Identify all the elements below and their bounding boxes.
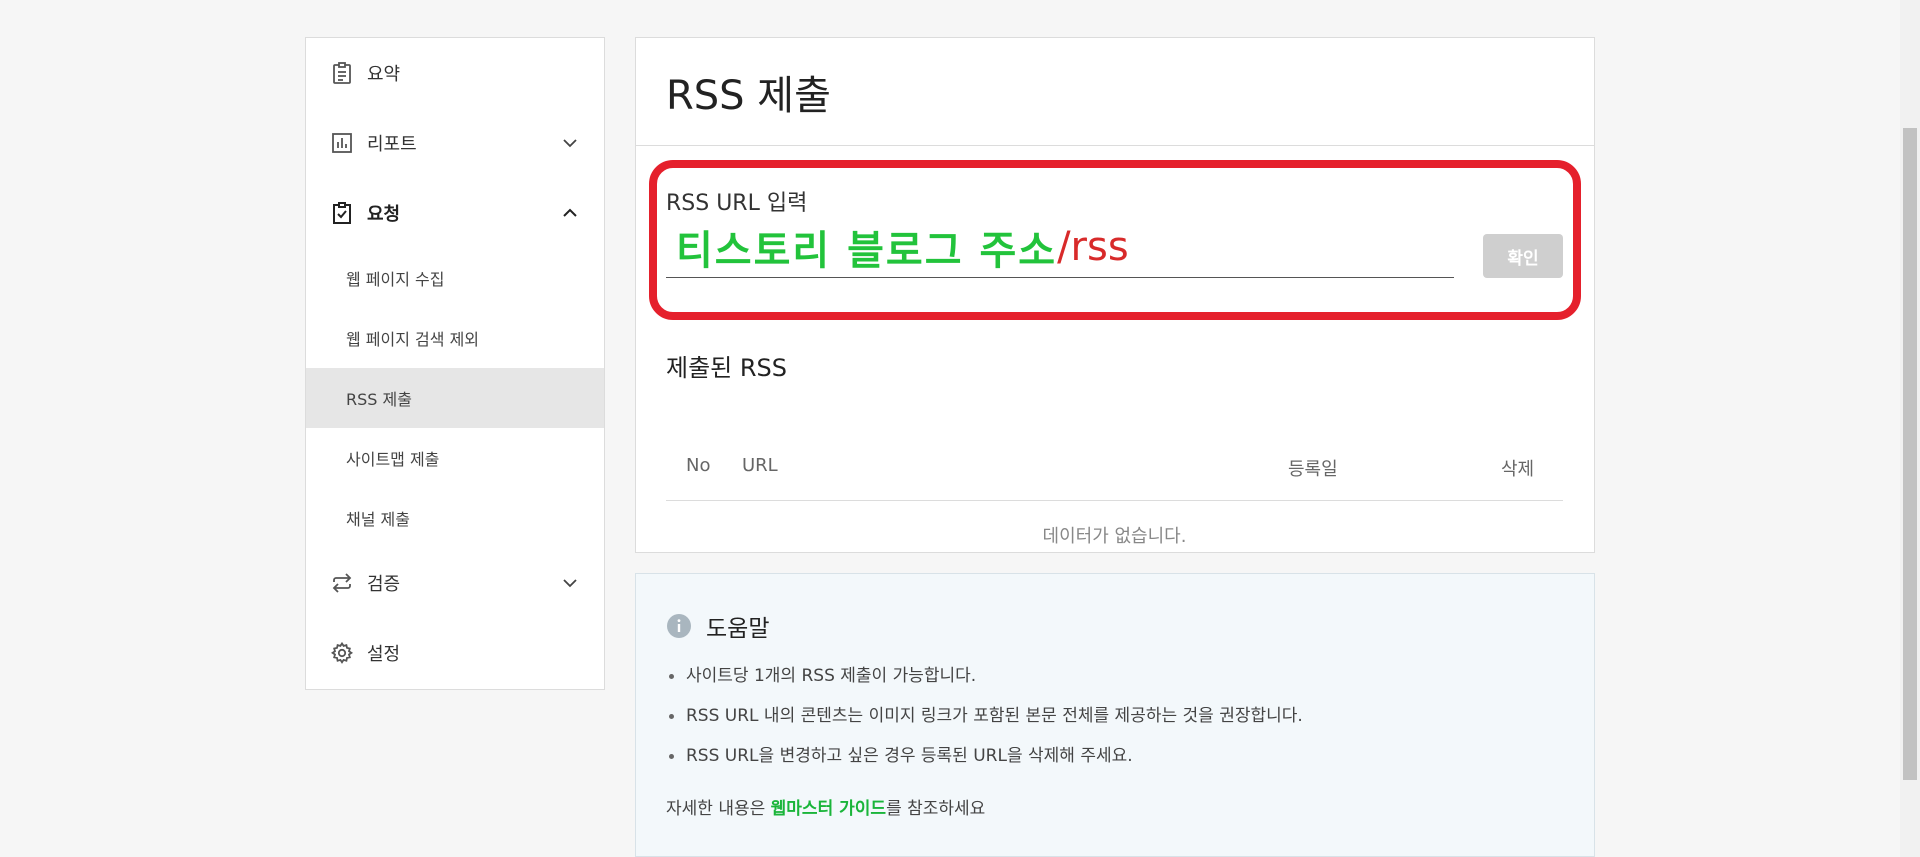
bar-chart-icon [329,130,355,156]
help-footer: 자세한 내용은 웹마스터 가이드를 참조하세요 [666,794,985,819]
column-url: URL [742,455,778,476]
list-item: RSS URL을 변경하고 싶은 경우 등록된 URL을 삭제해 주세요. [666,744,1303,784]
sidebar-item-label: 설정 [367,644,401,665]
list-item: 사이트당 1개의 RSS 제출이 가능합니다. [666,664,1303,704]
input-value-rss-suffix: /rss [1057,223,1129,270]
input-value-blog-address: 티스토리 블로그 주소 [676,227,1058,274]
sidebar-item-report[interactable]: 리포트 [306,108,604,178]
chevron-down-icon[interactable] [562,135,578,151]
table-empty-message: 데이터가 없습니다. [1042,526,1187,547]
help-card: 도움말 사이트당 1개의 RSS 제출이 가능합니다. RSS URL 내의 콘… [635,573,1595,857]
page-title: RSS 제출 [636,38,1594,146]
sidebar-item-verify[interactable]: 검증 [306,548,604,618]
clipboard-icon [329,60,355,86]
sidebar-item-label: 요청 [367,204,401,225]
rss-url-input[interactable]: 티스토리 블로그 주소/rss [666,216,1454,278]
gear-icon [329,640,355,666]
sidebar-item-request[interactable]: 요청 [306,178,604,248]
submitted-rss-title: 제출된 RSS [666,354,788,382]
scrollbar-thumb[interactable] [1903,128,1917,780]
column-delete: 삭제 [1501,459,1535,480]
sidebar-subitem-channel-submit[interactable]: 채널 제출 [306,488,604,548]
chevron-up-icon[interactable] [562,205,578,221]
rss-url-label: RSS URL 입력 [666,191,808,216]
sidebar-subitem-rss-submit[interactable]: RSS 제출 [306,368,604,428]
table-header: No URL 등록일 삭제 [666,431,1563,501]
confirm-button[interactable]: 확인 [1483,234,1563,278]
swap-arrows-icon [329,570,355,596]
help-footer-prefix: 자세한 내용은 [666,799,771,819]
help-list: 사이트당 1개의 RSS 제출이 가능합니다. RSS URL 내의 콘텐츠는 … [666,664,1303,784]
help-title: 도움말 [706,616,770,642]
checklist-icon [329,200,355,226]
sidebar-item-settings[interactable]: 설정 [306,618,604,688]
sidebar-item-label: 요약 [367,64,401,85]
column-registered-date: 등록일 [1288,459,1338,480]
sidebar-subitem-web-collect[interactable]: 웹 페이지 수집 [306,248,604,308]
chevron-down-icon[interactable] [562,575,578,591]
info-icon [666,613,692,639]
list-item: RSS URL 내의 콘텐츠는 이미지 링크가 포함된 본문 전체를 제공하는 … [666,704,1303,744]
sidebar-item-label: 검증 [367,574,401,595]
sidebar-item-label: 리포트 [367,134,417,155]
sidebar-subitem-web-exclude[interactable]: 웹 페이지 검색 제외 [306,308,604,368]
scrollbar[interactable] [1900,0,1920,857]
help-footer-suffix: 를 참조하세요 [886,799,986,819]
rss-submit-card: RSS 제출 RSS URL 입력 티스토리 블로그 주소/rss 확인 제출된… [635,37,1595,553]
sidebar-subitem-sitemap-submit[interactable]: 사이트맵 제출 [306,428,604,488]
column-no: No [686,455,711,476]
webmaster-guide-link[interactable]: 웹마스터 가이드 [771,799,886,819]
sidebar: 요약 리포트 요청 웹 페이지 수집 웹 페이지 검색 제외 RSS 제출 사이… [305,37,605,690]
sidebar-item-summary[interactable]: 요약 [306,38,604,108]
help-header: 도움말 [666,609,769,643]
page: 요약 리포트 요청 웹 페이지 수집 웹 페이지 검색 제외 RSS 제출 사이… [0,0,1920,857]
